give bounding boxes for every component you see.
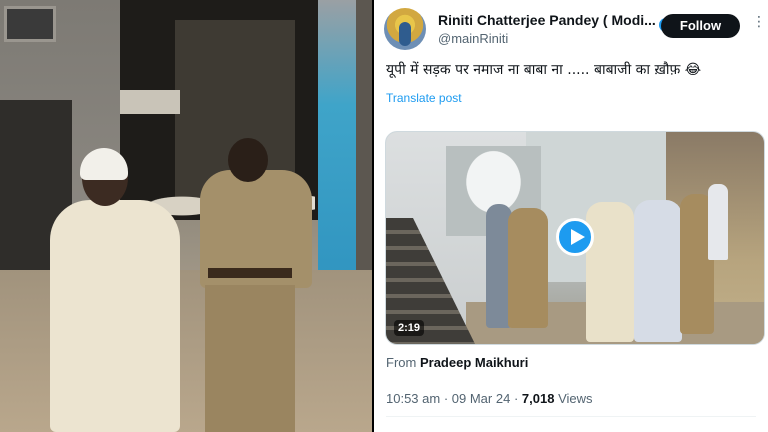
tweet-meta: 10:53 am · 09 Mar 24 · 7,018 Views (386, 391, 593, 406)
photo-sign (120, 90, 180, 114)
user-handle[interactable]: @mainRiniti (438, 31, 508, 46)
tweet-date[interactable]: 09 Mar 24 (452, 391, 511, 406)
display-name[interactable]: Riniti Chatterjee Pandey ( Modi...✓ (438, 12, 673, 32)
divider (386, 416, 756, 417)
video-person (708, 184, 728, 260)
display-name-text[interactable]: Riniti Chatterjee Pandey ( Modi... (438, 12, 656, 28)
views-count: 7,018 (521, 391, 555, 406)
views-label: Views (558, 391, 593, 406)
video-duration: 2:19 (394, 320, 425, 336)
photo-police-trousers (205, 285, 295, 432)
photo-pillar-edge (356, 0, 372, 300)
video-source: From Pradeep Maikhuri (386, 355, 528, 370)
video-police-officer (508, 208, 548, 328)
from-label: From (386, 355, 417, 370)
photo-police-head (228, 138, 268, 182)
tweet-time[interactable]: 10:53 am (386, 391, 440, 406)
tweet-text: यूपी में सड़क पर नमाज ना बाबा ना ..... ब… (386, 62, 702, 78)
follow-button[interactable]: Follow (661, 14, 740, 38)
photo-blue-pillar (318, 0, 358, 300)
avatar[interactable] (384, 8, 426, 50)
meta-separator: · (513, 391, 522, 406)
translate-post-link[interactable]: Translate post (386, 91, 462, 105)
from-author-link[interactable]: Pradeep Maikhuri (420, 355, 528, 370)
play-icon[interactable] (556, 218, 594, 256)
photo-police-belt (208, 268, 292, 278)
more-options-icon[interactable]: ⋮ (752, 14, 766, 28)
photo-man-white-kurta (50, 200, 180, 432)
video-person (634, 200, 682, 342)
tweet-panel: Riniti Chatterjee Pandey ( Modi...✓ @mai… (374, 0, 768, 432)
photo-window (4, 6, 56, 42)
left-photo-panel (0, 0, 372, 432)
video-player[interactable]: 2:19 (385, 131, 765, 345)
meta-separator: · (443, 391, 452, 406)
video-person (586, 202, 634, 342)
